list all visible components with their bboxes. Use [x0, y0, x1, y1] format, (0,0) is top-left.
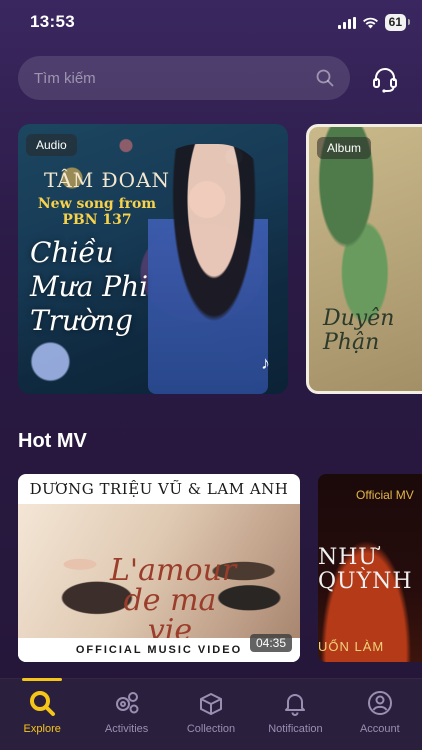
- tab-label: Activities: [104, 723, 149, 735]
- signal-icon: [337, 16, 356, 29]
- search-icon[interactable]: [316, 69, 334, 87]
- gears-icon: [115, 692, 139, 714]
- status-icons: 61: [337, 14, 411, 31]
- status-time: 13:53: [30, 12, 75, 31]
- support-button[interactable]: [368, 62, 402, 96]
- bottom-tab-bar: Explore Activities Collection Notificati…: [0, 678, 422, 750]
- mv-card[interactable]: Official MV NHƯ QUỲNH UỔN LÀM: [318, 474, 422, 662]
- mv-script-title: L'amour de ma vie: [110, 553, 237, 648]
- tab-notification[interactable]: Notification: [253, 679, 337, 750]
- search-icon: [30, 691, 56, 716]
- bell-icon: [285, 694, 306, 716]
- mv-header: DƯƠNG TRIỆU VŨ & LAM ANH: [29, 480, 289, 498]
- app-screen: 13:53 61 Tìm kiếm TÂM ĐOAN New song from…: [0, 0, 422, 750]
- tab-label: Account: [359, 723, 400, 735]
- featured-subtitle: New song from PBN 137: [37, 196, 157, 228]
- mv-title: NHƯ QUỲNH: [318, 545, 413, 594]
- music-note-icon: ♪: [261, 353, 270, 373]
- mv-card[interactable]: DƯƠNG TRIỆU VŨ & LAM ANH L'amour de ma v…: [18, 474, 300, 662]
- wifi-icon: [362, 17, 378, 28]
- search-bar[interactable]: [18, 56, 350, 100]
- mv-thumbnail: L'amour de ma vie: [18, 504, 300, 646]
- badge-album: Album: [317, 137, 372, 159]
- mv-tag: Official MV: [356, 488, 414, 502]
- tab-explore[interactable]: Explore: [0, 678, 84, 750]
- box-icon: [200, 693, 223, 715]
- album-title: Duyên Phận: [323, 306, 395, 355]
- battery-indicator: 61: [384, 14, 411, 31]
- badge-audio: Audio: [26, 134, 77, 156]
- tab-label: Explore: [23, 723, 61, 735]
- tab-label: Collection: [186, 723, 236, 735]
- tab-activities[interactable]: Activities: [84, 679, 168, 750]
- tab-label: Notification: [268, 723, 323, 735]
- status-bar: 13:53 61: [0, 0, 422, 46]
- tab-collection[interactable]: Collection: [169, 679, 253, 750]
- featured-card-album[interactable]: Album Duyên Phận: [306, 124, 422, 394]
- featured-artist: TÂM ĐOAN: [44, 168, 171, 192]
- user-circle-icon: [367, 691, 392, 715]
- mv-bottom-text: UỔN LÀM: [318, 639, 385, 654]
- featured-card-audio[interactable]: TÂM ĐOAN New song from PBN 137 Chiều Mưa…: [18, 124, 288, 394]
- headset-icon: [373, 68, 397, 93]
- section-title-hot-mv: Hot MV: [18, 430, 87, 452]
- search-input[interactable]: [34, 69, 316, 87]
- featured-title: Chiều Mưa Phi Trường: [30, 236, 149, 337]
- mv-duration: 04:35: [249, 634, 292, 652]
- tab-account[interactable]: Account: [338, 679, 422, 750]
